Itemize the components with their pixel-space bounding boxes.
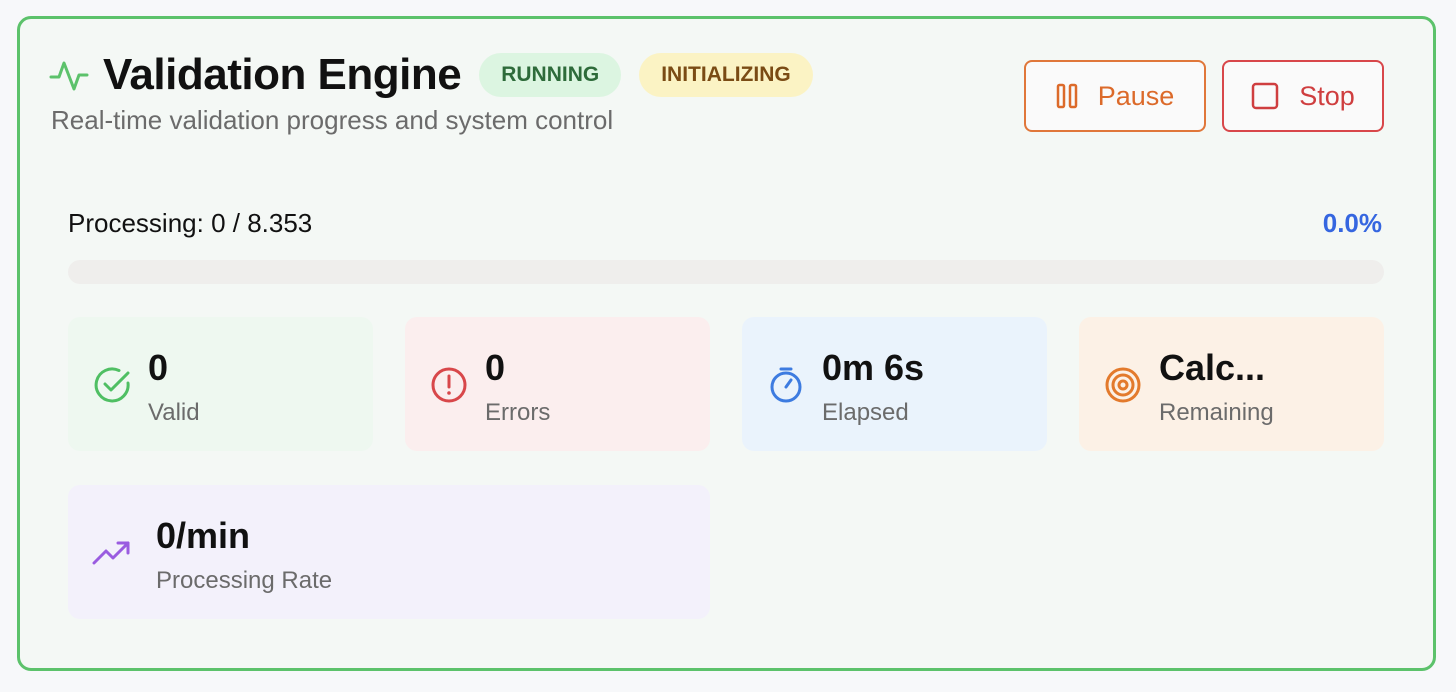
stat-value-remaining: Calc...	[1159, 347, 1266, 388]
status-badge-running: RUNNING	[479, 53, 622, 97]
stop-label: Stop	[1299, 80, 1355, 111]
check-circle-icon	[92, 365, 132, 405]
stat-label-errors: Errors	[485, 399, 551, 426]
target-icon	[1103, 365, 1143, 405]
stat-value-valid: 0	[148, 347, 169, 388]
stop-button[interactable]: Stop	[1222, 60, 1384, 132]
stat-value-processing-rate: 0/min	[156, 515, 251, 556]
progress-percent: 0.0%	[1322, 208, 1382, 238]
pause-icon	[1056, 83, 1078, 109]
timer-icon	[766, 365, 806, 405]
activity-icon	[49, 55, 89, 95]
alert-circle-icon	[429, 365, 469, 405]
page-subtitle: Real-time validation progress and system…	[51, 105, 614, 135]
status-badge-initializing: INITIALIZING	[639, 53, 813, 97]
stat-value-errors: 0	[485, 347, 506, 388]
stat-label-remaining: Remaining	[1159, 399, 1274, 426]
stat-value-elapsed: 0m 6s	[822, 347, 925, 388]
trending-up-icon	[92, 533, 132, 573]
stop-icon	[1251, 82, 1279, 110]
progress-bar	[68, 260, 1384, 284]
title-row: Validation Engine RUNNING INITIALIZING	[49, 50, 813, 100]
stat-label-elapsed: Elapsed	[822, 399, 909, 426]
pause-label: Pause	[1097, 80, 1175, 111]
stat-card-valid: 0 Valid	[68, 317, 373, 451]
stat-card-processing-rate: 0/min Processing Rate	[68, 485, 710, 619]
stat-card-remaining: Calc... Remaining	[1079, 317, 1384, 451]
stat-card-elapsed: 0m 6s Elapsed	[742, 317, 1047, 451]
page-title: Validation Engine	[103, 50, 462, 99]
stat-label-valid: Valid	[148, 399, 200, 426]
progress-label: Processing: 0 / 8.353	[68, 208, 313, 238]
stat-card-errors: 0 Errors	[405, 317, 710, 451]
stat-label-processing-rate: Processing Rate	[156, 567, 333, 594]
pause-button[interactable]: Pause	[1024, 60, 1206, 132]
